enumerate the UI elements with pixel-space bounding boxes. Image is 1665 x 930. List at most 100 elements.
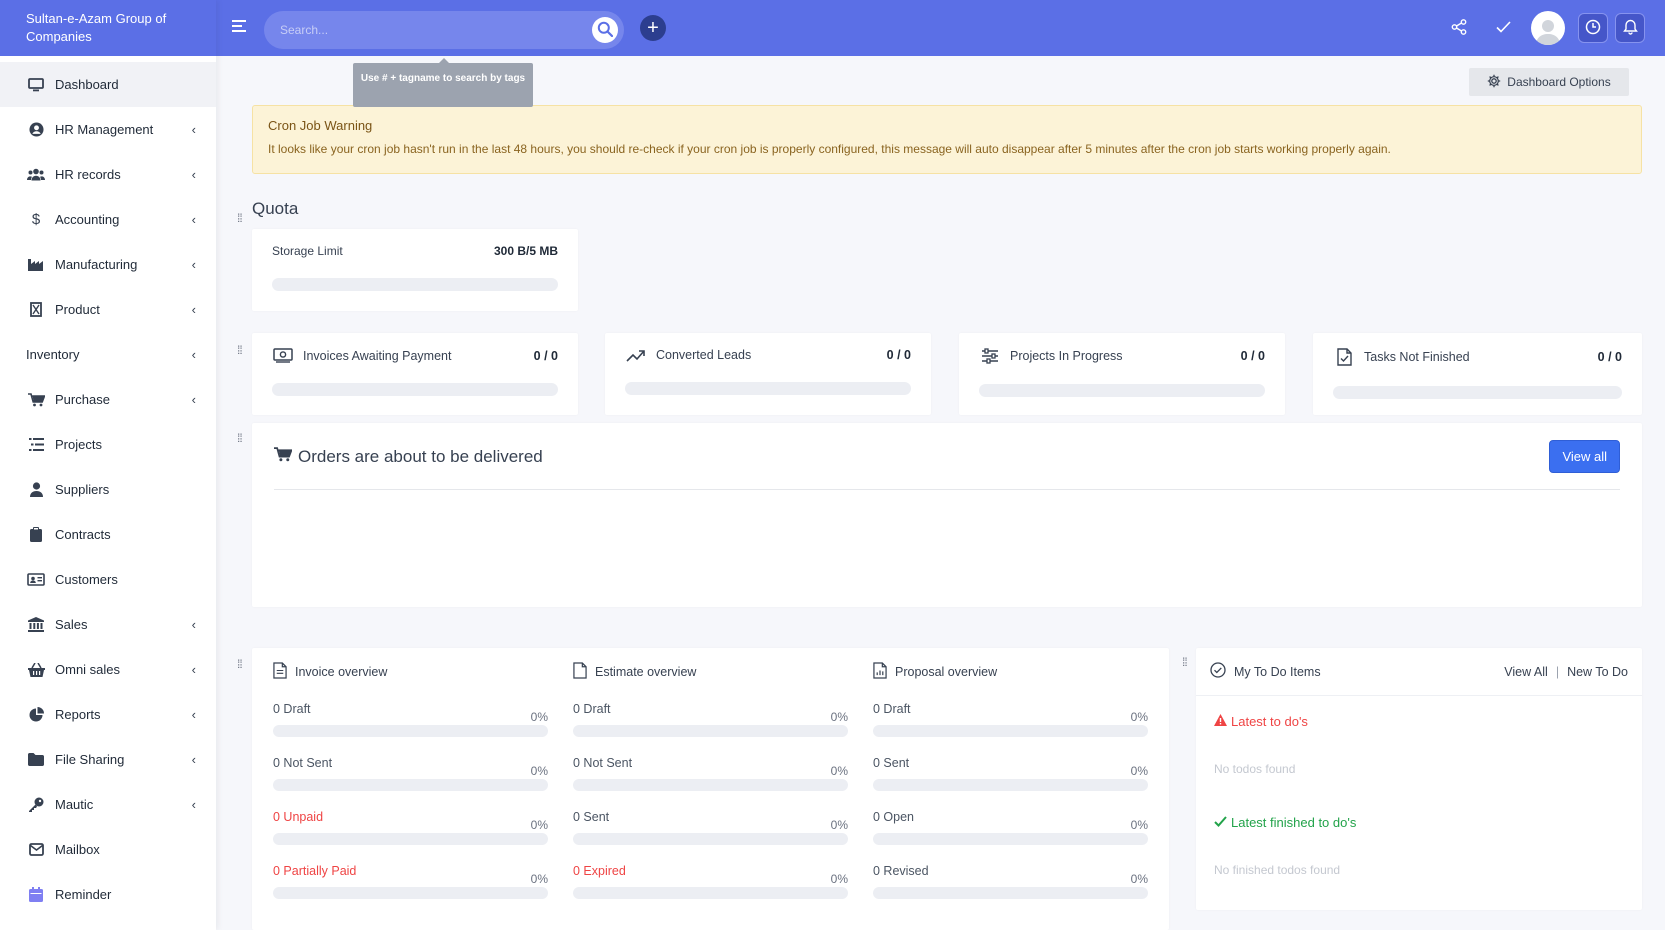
notifications-button[interactable] — [1615, 13, 1645, 43]
sidebar-item-inventory[interactable]: Inventory ‹ — [0, 332, 216, 377]
sidebar-item-hr-records[interactable]: HR records ‹ — [0, 152, 216, 197]
chevron-left-icon: ‹ — [191, 302, 196, 317]
sidebar-item-contracts[interactable]: Contracts — [0, 512, 216, 557]
sidebar-item-sales[interactable]: Sales ‹ — [0, 602, 216, 647]
sidebar-item-mautic[interactable]: Mautic ‹ — [0, 782, 216, 827]
overview-row[interactable]: 0 Sent 0% — [573, 804, 848, 858]
sidebar-item-mailbox[interactable]: Mailbox — [0, 827, 216, 872]
invoice-overview: Invoice overview 0 Draft 0% 0 Not Sent 0% … — [273, 648, 548, 912]
sidebar-item-suppliers[interactable]: Suppliers — [0, 467, 216, 512]
drag-handle-icon[interactable]: ⁞⁞ — [237, 212, 247, 224]
sidebar-item-reports[interactable]: Reports ‹ — [0, 692, 216, 737]
sidebar-item-accounting[interactable]: $ Accounting ‹ — [0, 197, 216, 242]
proposal-overview-title[interactable]: Proposal overview — [895, 665, 997, 679]
row-percent: 0% — [1130, 764, 1148, 778]
estimate-overview-title[interactable]: Estimate overview — [595, 665, 696, 679]
projects-in-progress-card[interactable]: Projects In Progress 0 / 0 — [959, 333, 1285, 415]
sidebar: Sultan-e-Azam Group of Companies Dashboa… — [0, 0, 216, 930]
row-percent: 0% — [1130, 872, 1148, 886]
latest-finished-heading: Latest finished to do's — [1214, 815, 1356, 830]
dollar-icon: $ — [31, 211, 41, 228]
sidebar-item-label: Projects — [55, 437, 102, 452]
brand-name[interactable]: Sultan-e-Azam Group of Companies — [0, 0, 216, 56]
overview-row[interactable]: 0 Expired 0% — [573, 858, 848, 912]
sidebar-menu: Dashboard HR Management ‹ HR records ‹ $… — [0, 56, 216, 917]
sidebar-item-purchase[interactable]: Purchase ‹ — [0, 377, 216, 422]
search-button[interactable] — [592, 17, 618, 43]
storage-quota-card: Storage Limit 300 B/5 MB — [252, 229, 578, 311]
sidebar-item-label: Accounting — [55, 212, 120, 227]
drag-handle-icon[interactable]: ⁞⁞ — [237, 658, 247, 670]
overview-row[interactable]: 0 Draft 0% — [273, 696, 548, 750]
overview-row[interactable]: 0 Not Sent 0% — [273, 750, 548, 804]
check-icon — [1214, 815, 1227, 830]
search-icon — [597, 21, 614, 40]
overview-row[interactable]: 0 Draft 0% — [573, 696, 848, 750]
sidebar-item-projects[interactable]: Projects — [0, 422, 216, 467]
overview-row[interactable]: 0 Unpaid 0% — [273, 804, 548, 858]
invoices-awaiting-card[interactable]: Invoices Awaiting Payment 0 / 0 — [252, 333, 578, 415]
overview-row[interactable]: 0 Revised 0% — [873, 858, 1148, 912]
folder-icon — [26, 752, 46, 768]
sidebar-item-label: Dashboard — [55, 77, 119, 92]
sidebar-item-customers[interactable]: Customers — [0, 557, 216, 602]
converted-leads-card[interactable]: Converted Leads 0 / 0 — [605, 333, 931, 415]
storage-value: 300 B/5 MB — [493, 244, 558, 258]
sidebar-item-label: File Sharing — [55, 752, 125, 767]
row-label: 0 Draft — [573, 702, 611, 716]
row-label: 0 Unpaid — [273, 810, 324, 824]
row-percent: 0% — [1130, 818, 1148, 832]
overview-row[interactable]: 0 Open 0% — [873, 804, 1148, 858]
quick-create-button[interactable]: + — [640, 15, 666, 41]
overview-row[interactable]: 0 Not Sent 0% — [573, 750, 848, 804]
stat-label: Tasks Not Finished — [1364, 350, 1470, 364]
invoice-overview-title[interactable]: Invoice overview — [295, 665, 387, 679]
sidebar-item-label: Product — [55, 302, 100, 317]
chevron-left-icon: ‹ — [191, 797, 196, 812]
row-progress-bar — [573, 833, 848, 845]
drag-handle-icon[interactable]: ⁞⁞ — [237, 432, 247, 444]
sidebar-item-dashboard[interactable]: Dashboard — [0, 62, 216, 107]
sidebar-item-label: Sales — [55, 617, 88, 632]
file-contract-icon — [26, 527, 46, 543]
sidebar-item-label: Mailbox — [55, 842, 100, 857]
sidebar-item-omni-sales[interactable]: Omni sales ‹ — [0, 647, 216, 692]
id-card-icon — [26, 572, 46, 588]
estimate-overview: Estimate overview 0 Draft 0% 0 Not Sent 0%… — [573, 648, 848, 912]
clock-icon — [1585, 19, 1601, 38]
sidebar-item-product[interactable]: Product ‹ — [0, 287, 216, 332]
new-todo-link[interactable]: New To Do — [1567, 665, 1628, 679]
row-progress-bar — [573, 779, 848, 791]
dashboard-options-label: Dashboard Options — [1507, 75, 1611, 89]
overview-row[interactable]: 0 Sent 0% — [873, 750, 1148, 804]
drag-handle-icon[interactable]: ⁞⁞ — [237, 344, 247, 356]
cron-warning-alert: Cron Job Warning It looks like your cron… — [252, 105, 1642, 174]
sidebar-item-file-sharing[interactable]: File Sharing ‹ — [0, 737, 216, 782]
menu-toggle-icon[interactable] — [232, 20, 246, 34]
tasks-not-finished-card[interactable]: Tasks Not Finished 0 / 0 — [1313, 333, 1642, 415]
drag-handle-icon[interactable]: ⁞⁞ — [1182, 656, 1192, 668]
stat-progress-bar — [1333, 386, 1622, 399]
todo-check-button[interactable] — [1481, 10, 1525, 46]
sidebar-item-reminder[interactable]: Reminder — [0, 872, 216, 917]
calendar-icon — [26, 887, 46, 903]
row-label: 0 Draft — [873, 702, 911, 716]
sidebar-item-manufacturing[interactable]: Manufacturing ‹ — [0, 242, 216, 287]
avatar-placeholder-icon — [1536, 20, 1560, 45]
view-all-orders-button[interactable]: View all — [1549, 440, 1620, 473]
storage-label: Storage Limit — [272, 244, 343, 258]
timer-button[interactable] — [1578, 13, 1608, 43]
overview-row[interactable]: 0 Draft 0% — [873, 696, 1148, 750]
chevron-left-icon: ‹ — [191, 167, 196, 182]
search-input[interactable] — [264, 11, 594, 49]
todo-view-all-link[interactable]: View All — [1504, 665, 1548, 679]
row-percent: 0% — [530, 818, 548, 832]
stat-label: Invoices Awaiting Payment — [303, 348, 452, 363]
dashboard-options-button[interactable]: Dashboard Options — [1469, 68, 1629, 96]
share-button[interactable] — [1437, 10, 1481, 46]
row-percent: 0% — [530, 872, 548, 886]
todo-widget: My To Do Items View All | New To Do Late… — [1196, 648, 1642, 910]
user-avatar[interactable] — [1531, 11, 1565, 45]
overview-row[interactable]: 0 Partially Paid 0% — [273, 858, 548, 912]
sidebar-item-hr-management[interactable]: HR Management ‹ — [0, 107, 216, 152]
